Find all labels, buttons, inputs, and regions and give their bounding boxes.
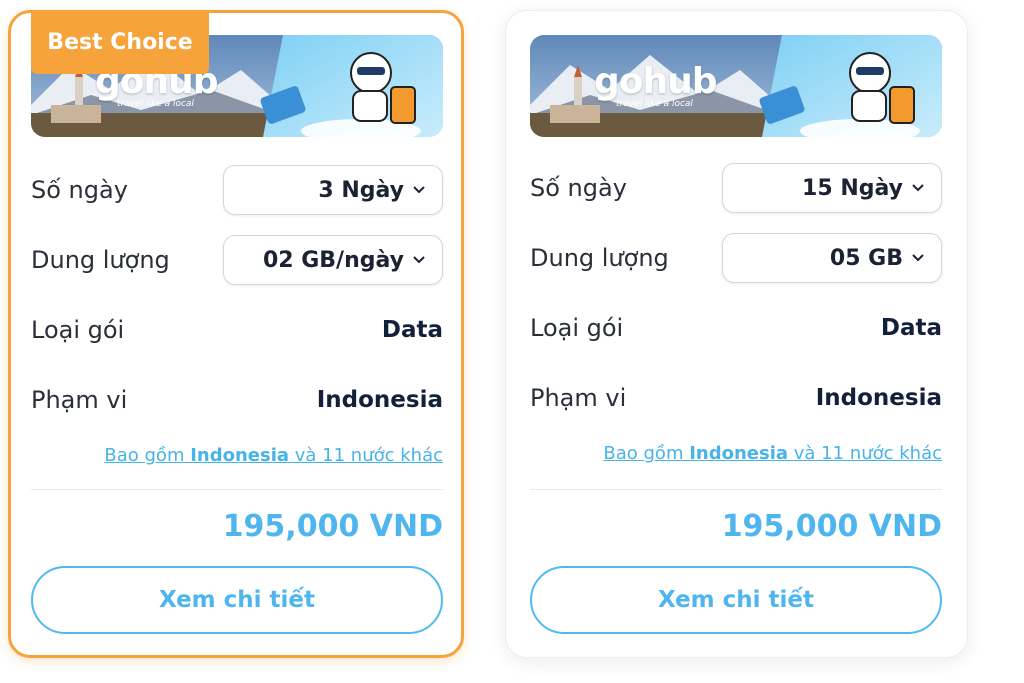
- data-amount-select-value: 05 GB: [829, 245, 903, 271]
- days-select[interactable]: 15 Ngày: [722, 163, 942, 213]
- days-row: Số ngày 3 Ngày: [31, 165, 443, 215]
- best-choice-badge: Best Choice: [31, 10, 209, 74]
- brand-tagline: travel like a local: [616, 99, 693, 109]
- package-type-value: Data: [880, 315, 942, 341]
- days-select-value: 15 Ngày: [802, 175, 903, 201]
- package-type-row: Loại gói Data: [530, 303, 942, 353]
- days-select-value: 3 Ngày: [318, 177, 404, 203]
- data-amount-row: Dung lượng 05 GB: [530, 233, 942, 283]
- coverage-value: Indonesia: [815, 385, 942, 411]
- banner-illustration: [530, 35, 942, 137]
- days-row: Số ngày 15 Ngày: [530, 163, 942, 213]
- include-country: Indonesia: [689, 443, 789, 464]
- plan-card: gohub travel like a local Số ngày 15 Ngà…: [505, 10, 968, 658]
- days-label: Số ngày: [530, 174, 627, 202]
- coverage-row: Phạm vi Indonesia: [31, 375, 443, 425]
- package-type-value: Data: [381, 317, 443, 343]
- package-type-label: Loại gói: [530, 314, 624, 342]
- gohub-logo: gohub: [594, 61, 718, 102]
- included-countries-link[interactable]: Bao gồm Indonesia và 11 nước khác: [530, 443, 942, 464]
- included-countries-link[interactable]: Bao gồm Indonesia và 11 nước khác: [31, 445, 443, 466]
- brand-tagline: travel like a local: [117, 99, 194, 109]
- plan-card-best-choice: Best Choice gohub travel like a local Số…: [8, 10, 464, 658]
- package-type-row: Loại gói Data: [31, 305, 443, 355]
- data-amount-label: Dung lượng: [530, 244, 669, 272]
- price: 195,000 VND: [721, 509, 942, 544]
- days-label: Số ngày: [31, 176, 128, 204]
- chevron-down-icon: [912, 254, 924, 262]
- chevron-down-icon: [413, 256, 425, 264]
- chevron-down-icon: [912, 184, 924, 192]
- include-country: Indonesia: [190, 445, 290, 466]
- view-details-button[interactable]: Xem chi tiết: [31, 566, 443, 634]
- data-amount-row: Dung lượng 02 GB/ngày: [31, 235, 443, 285]
- divider: [530, 489, 942, 490]
- price: 195,000 VND: [222, 509, 443, 544]
- divider: [31, 489, 443, 490]
- data-amount-label: Dung lượng: [31, 246, 170, 274]
- chevron-down-icon: [413, 186, 425, 194]
- view-details-button[interactable]: Xem chi tiết: [530, 566, 942, 634]
- include-suffix: và 11 nước khác: [788, 443, 942, 464]
- coverage-row: Phạm vi Indonesia: [530, 373, 942, 423]
- include-prefix: Bao gồm: [603, 443, 690, 464]
- data-amount-select-value: 02 GB/ngày: [262, 247, 404, 273]
- coverage-label: Phạm vi: [31, 386, 128, 414]
- plan-banner: gohub travel like a local: [530, 35, 942, 137]
- include-prefix: Bao gồm: [104, 445, 191, 466]
- include-suffix: và 11 nước khác: [289, 445, 443, 466]
- coverage-label: Phạm vi: [530, 384, 627, 412]
- package-type-label: Loại gói: [31, 316, 125, 344]
- data-amount-select[interactable]: 02 GB/ngày: [223, 235, 443, 285]
- days-select[interactable]: 3 Ngày: [223, 165, 443, 215]
- coverage-value: Indonesia: [316, 387, 443, 413]
- data-amount-select[interactable]: 05 GB: [722, 233, 942, 283]
